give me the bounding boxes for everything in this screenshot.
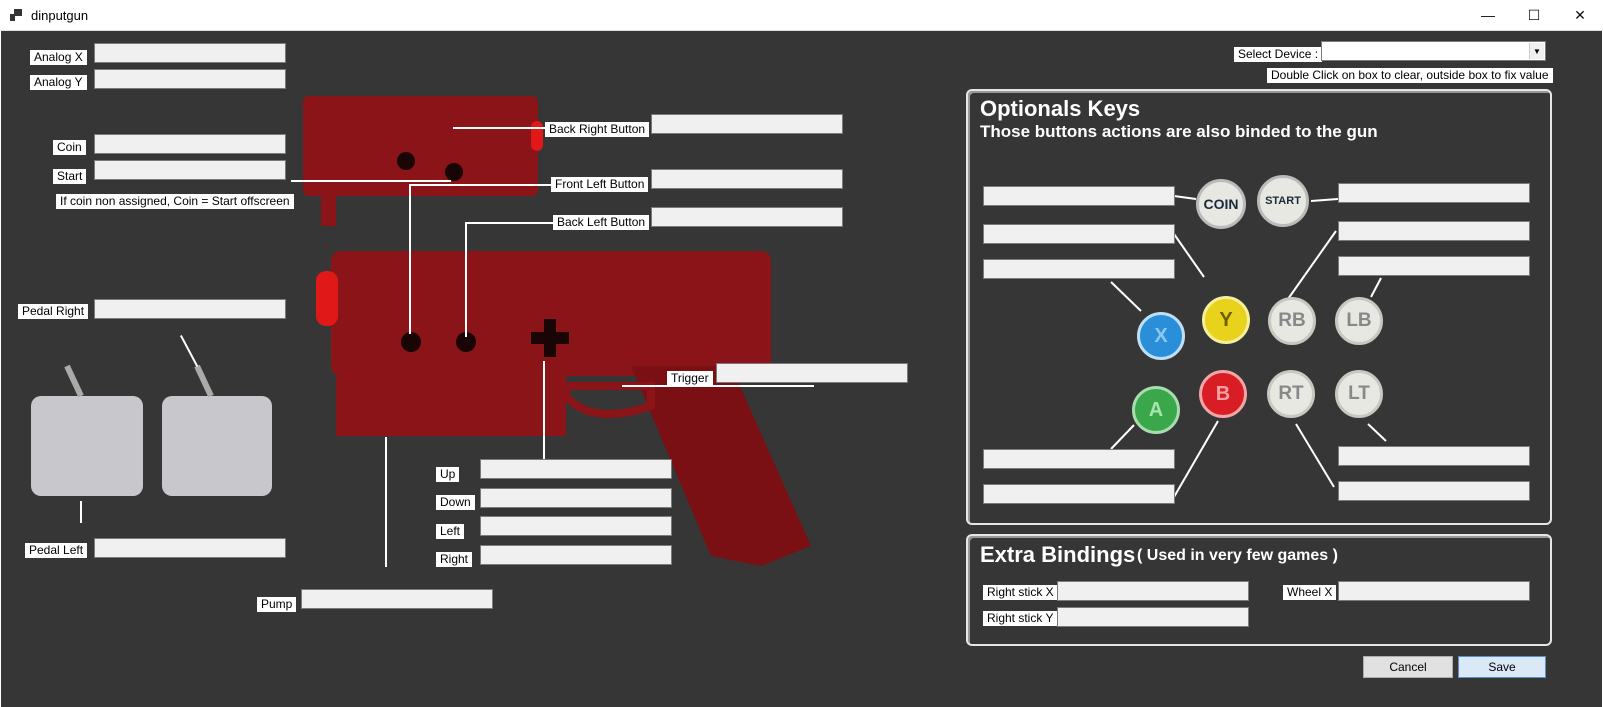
optional-lb-field[interactable] (1338, 256, 1530, 276)
select-device-label: Select Device : (1234, 47, 1323, 62)
optional-rb-field[interactable] (1338, 221, 1530, 241)
right-stick-x-label: Right stick X (983, 585, 1058, 600)
y-button-icon: Y (1202, 296, 1250, 344)
analog-y-field[interactable] (94, 69, 286, 89)
minimize-button[interactable]: — (1465, 0, 1511, 30)
right-field[interactable] (480, 545, 672, 565)
pedal-right-field[interactable] (94, 299, 286, 319)
coin-button-icon: COIN (1196, 179, 1246, 229)
rt-button-icon: RT (1267, 370, 1315, 418)
title-bar: dinputgun — ☐ ✕ (0, 0, 1603, 31)
extra-bindings-subtitle: ( Used in very few games ) (1137, 547, 1338, 564)
coin-field[interactable] (94, 134, 286, 154)
close-button[interactable]: ✕ (1557, 0, 1603, 30)
right-stick-y-field[interactable] (1057, 607, 1249, 627)
back-left-label: Back Left Button (553, 215, 650, 230)
back-left-connector (465, 222, 555, 224)
pedal-right-label: Pedal Right (18, 304, 89, 319)
extra-bindings-title: Extra Bindings (980, 542, 1136, 567)
pedal-left-field[interactable] (94, 538, 286, 558)
optional-b-field[interactable] (983, 484, 1175, 504)
down-label: Down (436, 495, 475, 510)
analog-x-field[interactable] (94, 43, 286, 63)
lb-button-icon: LB (1335, 297, 1383, 345)
pump-field[interactable] (301, 589, 493, 609)
right-label: Right (436, 552, 473, 567)
device-hint: Double Click on box to clear, outside bo… (1267, 68, 1553, 83)
wheel-x-label: Wheel X (1283, 585, 1337, 600)
rb-button-icon: RB (1268, 297, 1316, 345)
left-field[interactable] (480, 516, 672, 536)
window-title: dinputgun (31, 8, 89, 23)
analog-y-label: Analog Y (30, 75, 87, 90)
optional-rt-field[interactable] (1338, 481, 1530, 501)
wheel-x-field[interactable] (1338, 581, 1530, 601)
start-connector (291, 180, 451, 182)
back-left-connector-v (465, 222, 467, 337)
front-left-field[interactable] (651, 169, 843, 189)
start-field[interactable] (94, 160, 286, 180)
minimize-icon: — (1481, 7, 1495, 23)
front-left-label: Front Left Button (551, 177, 649, 192)
back-right-field[interactable] (651, 114, 843, 134)
maximize-icon: ☐ (1527, 6, 1541, 23)
trigger-label: Trigger (667, 371, 713, 386)
b-button-icon: B (1199, 370, 1247, 418)
up-field[interactable] (480, 459, 672, 479)
dpad-connector (543, 361, 545, 459)
main-area: Analog X Analog Y Coin Start If coin non… (1, 31, 1602, 707)
app-icon (10, 9, 22, 21)
pedal-left-connector (80, 501, 82, 523)
start-button-icon: START (1257, 175, 1309, 227)
optional-a-field[interactable] (983, 449, 1175, 469)
pump-connector (385, 437, 387, 567)
left-label: Left (436, 524, 465, 539)
analog-x-label: Analog X (30, 50, 87, 65)
right-stick-y-label: Right stick Y (983, 611, 1058, 626)
front-left-connector-v (409, 184, 411, 334)
back-left-field[interactable] (651, 207, 843, 227)
coin-note: If coin non assigned, Coin = Start offsc… (56, 194, 294, 209)
start-label: Start (53, 169, 87, 184)
trigger-field[interactable] (716, 363, 908, 383)
pedal-left-label: Pedal Left (25, 543, 88, 558)
chevron-down-icon[interactable]: ▼ (1529, 43, 1544, 59)
optional-coin-field[interactable] (983, 186, 1175, 206)
right-stick-x-field[interactable] (1057, 581, 1249, 601)
save-button[interactable]: Save (1458, 656, 1546, 678)
cancel-button[interactable]: Cancel (1363, 656, 1453, 678)
optional-lt-field[interactable] (1338, 446, 1530, 466)
up-label: Up (436, 467, 460, 482)
optional-x-field[interactable] (983, 259, 1175, 279)
optional-start-field[interactable] (1338, 183, 1530, 203)
lt-button-icon: LT (1335, 370, 1383, 418)
close-icon: ✕ (1574, 6, 1586, 23)
back-right-connector (453, 127, 547, 129)
device-select[interactable]: ▼ (1321, 41, 1546, 61)
front-left-connector (409, 184, 553, 186)
maximize-button[interactable]: ☐ (1511, 0, 1557, 30)
pump-label: Pump (257, 597, 297, 612)
trigger-connector (622, 385, 814, 387)
a-button-icon: A (1132, 386, 1180, 434)
down-field[interactable] (480, 488, 672, 508)
back-right-label: Back Right Button (545, 122, 650, 137)
x-button-icon: X (1137, 312, 1185, 360)
pedals-image (31, 364, 272, 496)
coin-label: Coin (53, 140, 86, 155)
optional-y-field[interactable] (983, 224, 1175, 244)
